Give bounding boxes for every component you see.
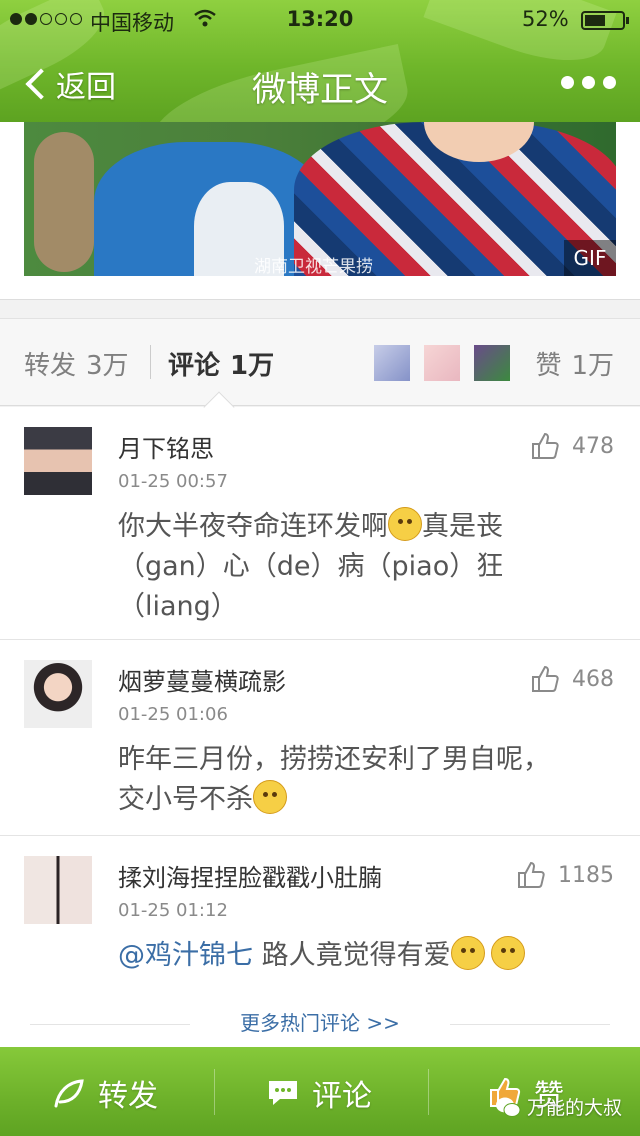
battery-percent: 52% [522,7,569,31]
comment-like-button[interactable]: 468 [530,664,614,694]
comment-time: 01-25 00:57 [118,471,228,492]
image-watermark: 湖南卫视芒果捞 [254,257,373,276]
comment-text: 昨年三月份，捞捞还安利了男自呢， 交小号不杀 [118,740,608,820]
comment-time: 01-25 01:12 [118,900,228,921]
thumbs-up-icon [532,665,559,692]
tab-divider [150,345,151,379]
repost-button[interactable]: 转发 [52,1071,158,1115]
list-item[interactable]: 烟萝蔓蔓横疏影 01-25 01:06 468 昨年三月份，捞捞还安利了男自呢，… [0,640,640,836]
comment-text-line: 真是丧 [422,511,503,542]
tab-like[interactable]: 赞 1万 [535,345,614,382]
doge-emoji-icon [253,780,287,814]
comment-time: 01-25 01:06 [118,704,228,725]
comment-like-count: 478 [572,433,614,459]
liker-avatar[interactable] [424,345,460,381]
comment-text: @鸡汁锦七 路人竟觉得有爱 [118,936,608,976]
top-bar: 中国移动 13:20 52% 返回 微博正文 [0,0,640,122]
comment-label: 评论 [312,1079,372,1114]
comment-text-line: 路人竟觉得有爱 [253,940,451,971]
comment-username[interactable]: 月下铭思 [118,429,214,464]
avatar[interactable] [24,856,92,924]
tab-repost-label: 转发 [24,351,77,381]
avatar[interactable] [24,660,92,728]
post-media-card: 湖南卫视芒果捞 GIF [0,122,640,300]
divider [428,1069,429,1115]
wechat-icon [495,1097,521,1117]
comment-like-button[interactable]: 1185 [516,860,614,890]
list-item[interactable]: 月下铭思 01-25 00:57 478 你大半夜夺命连环发啊 真是丧 （gan）… [0,407,640,640]
list-item[interactable]: 揉刘海捏捏脸戳戳小肚腩 01-25 01:12 1185 @鸡汁锦七 路人竟觉得… [0,836,640,996]
angry-emoji-icon [388,507,422,541]
comment-list: 月下铭思 01-25 00:57 478 你大半夜夺命连环发啊 真是丧 （gan）… [0,407,640,1047]
comment-like-button[interactable]: 478 [530,431,614,461]
comment-username[interactable]: 烟萝蔓蔓横疏影 [118,662,286,697]
avatar[interactable] [24,427,92,495]
more-hot-comments-link[interactable]: 更多热门评论 >> [0,1007,640,1036]
tab-comment-count: 1万 [230,351,275,381]
comment-text-line: 你大半夜夺命连环发啊 [118,511,388,542]
bottom-action-bar: 转发 评论 赞 万能的大叔 [0,1047,640,1136]
thinking-emoji-icon [450,936,485,970]
repost-leaf-icon [54,1079,84,1108]
interaction-tabs: 转发 3万 评论 1万 赞 1万 [0,318,640,406]
comment-text-line: 昨年三月份，捞捞还安利了男自呢， [118,744,550,775]
comment-like-count: 468 [572,666,614,692]
liker-avatar[interactable] [474,345,510,381]
mention-link[interactable]: @鸡汁锦七 [118,940,253,971]
thumbs-up-icon [532,432,559,459]
tab-comment-label: 评论 [168,351,221,381]
tab-repost-count: 3万 [86,351,129,381]
comment-text-line: （liang） [118,591,238,622]
gif-image[interactable]: 湖南卫视芒果捞 GIF [24,122,616,276]
wechat-watermark: 万能的大叔 [495,1093,622,1120]
liker-avatar[interactable] [374,345,410,381]
watermark-text: 万能的大叔 [526,1097,622,1119]
comment-bubble-icon [269,1081,297,1105]
comment-button[interactable]: 评论 [266,1071,372,1115]
more-dots-icon[interactable] [561,76,616,89]
comment-username[interactable]: 揉刘海捏捏脸戳戳小肚腩 [118,858,382,893]
comment-text-line: 交小号不杀 [118,784,253,815]
comment-like-count: 1185 [558,862,614,888]
tab-like-count: 1万 [571,351,614,381]
divider [214,1069,215,1115]
repost-label: 转发 [98,1079,158,1114]
page-title: 微博正文 [252,70,388,110]
comment-text: 你大半夜夺命连环发啊 真是丧 （gan）心（de）病（piao）狂 （liang） [118,507,608,627]
battery-icon [581,11,629,30]
tab-repost[interactable]: 转发 3万 [24,345,129,382]
tab-like-label: 赞 [535,351,562,381]
status-bar: 中国移动 13:20 52% [0,0,640,40]
gif-badge: GIF [564,240,616,276]
tab-comment[interactable]: 评论 1万 [168,345,274,382]
thinking-emoji-icon [490,936,525,970]
image-figure [34,132,94,272]
comment-text-line: （gan）心（de）病（piao）狂 [118,551,504,582]
thumbs-up-icon [518,861,545,888]
